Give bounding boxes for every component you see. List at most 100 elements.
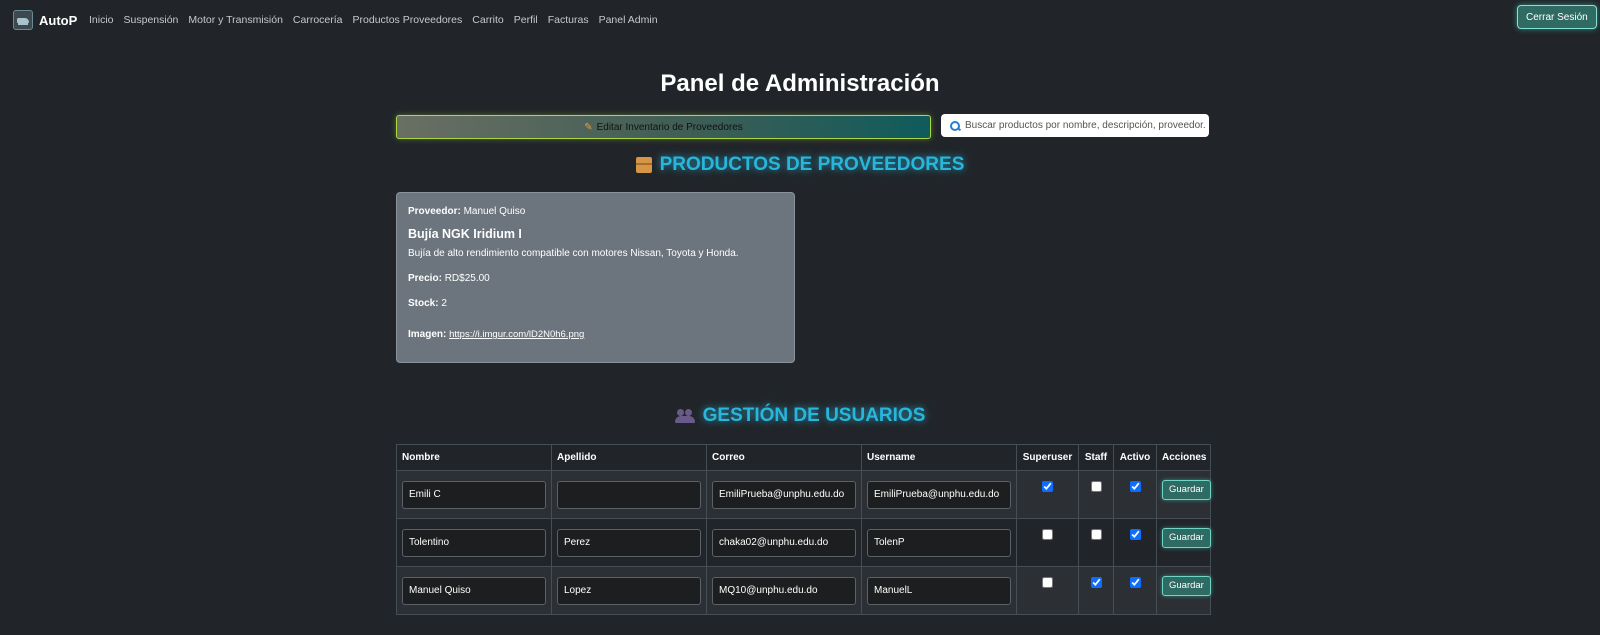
edit-inventory-label: Editar Inventario de Proveedores (596, 121, 743, 133)
nav-link-inicio[interactable]: Inicio (89, 14, 114, 26)
brand-name: AutoP (39, 12, 78, 28)
col-apellido: Apellido (551, 444, 707, 471)
cell-nombre (396, 566, 552, 615)
edit-inventory-button[interactable]: ✎ Editar Inventario de Proveedores (396, 115, 931, 139)
product-stock: Stock: 2 (408, 298, 783, 309)
save-user-button[interactable]: Guardar (1162, 575, 1211, 596)
nav-link-carrito[interactable]: Carrito (472, 14, 504, 26)
product-description: Bujía de alto rendimiento compatible con… (408, 248, 739, 259)
search-icon (950, 120, 960, 131)
table-row: Guardar (396, 518, 1211, 567)
cell-staff (1078, 518, 1114, 567)
nav-link-productos-proveedores[interactable]: Productos Proveedores (353, 14, 463, 26)
users-section-title: GESTIÓN DE USUARIOS (0, 405, 1600, 427)
product-price: Precio: RD$25.00 (408, 273, 783, 284)
cell-apellido (551, 470, 707, 519)
superuser-checkbox[interactable] (1042, 481, 1053, 492)
products-section-title-text: PRODUCTOS DE PROVEEDORES (659, 154, 965, 175)
table-row: Guardar (396, 566, 1211, 615)
table-header-row: Nombre Apellido Correo Username Superuse… (396, 444, 1211, 471)
cell-activo (1113, 566, 1157, 615)
stock-value: 2 (441, 298, 447, 309)
nombre-input[interactable] (402, 576, 546, 605)
correo-input[interactable] (712, 576, 856, 605)
stock-label: Stock: (408, 298, 439, 309)
car-logo-icon (13, 10, 33, 30)
nav-link-carroceria[interactable]: Carrocería (293, 14, 343, 26)
apellido-input[interactable] (557, 480, 701, 509)
col-username: Username (861, 444, 1017, 471)
products-section-title: PRODUCTOS DE PROVEEDORES (0, 154, 1600, 176)
activo-checkbox[interactable] (1129, 481, 1141, 492)
cell-apellido (551, 518, 707, 567)
pencil-icon: ✎ (584, 121, 593, 133)
price-label: Precio: (408, 273, 442, 284)
superuser-checkbox[interactable] (1042, 577, 1053, 588)
username-input[interactable] (867, 528, 1011, 557)
brand[interactable]: AutoP (13, 10, 77, 30)
image-link[interactable]: https://i.imgur.com/lD2N0h6.png (449, 329, 584, 340)
product-card: Proveedor: Manuel Quiso Bujía NGK Iridiu… (396, 192, 795, 363)
correo-input[interactable] (712, 528, 856, 557)
col-correo: Correo (706, 444, 862, 471)
page-title: Panel de Administración (660, 70, 940, 97)
search-input[interactable] (965, 120, 1205, 131)
cell-superuser (1016, 518, 1079, 567)
cell-acciones: Guardar (1156, 518, 1211, 567)
correo-input[interactable] (712, 480, 856, 509)
package-icon (635, 157, 652, 173)
col-superuser: Superuser (1016, 444, 1079, 471)
nav-link-perfil[interactable]: Perfil (514, 14, 538, 26)
nav-links: Inicio Suspensión Motor y Transmisión Ca… (89, 14, 658, 26)
col-nombre: Nombre (396, 444, 552, 471)
cell-staff (1078, 566, 1114, 615)
activo-checkbox[interactable] (1129, 529, 1141, 540)
cell-correo (706, 518, 862, 567)
search-box[interactable] (941, 114, 1209, 137)
users-table-body: Guardar Guardar Guardar (396, 470, 1211, 615)
username-input[interactable] (867, 576, 1011, 605)
image-label: Imagen: (408, 329, 447, 340)
nav-link-panel-admin[interactable]: Panel Admin (599, 14, 658, 26)
users-section-title-text: GESTIÓN DE USUARIOS (702, 405, 926, 426)
table-row: Guardar (396, 470, 1211, 519)
superuser-checkbox[interactable] (1042, 529, 1053, 540)
cell-correo (706, 566, 862, 615)
cell-superuser (1016, 470, 1079, 519)
nav-link-motor-transmision[interactable]: Motor y Transmisión (188, 14, 283, 26)
users-icon (674, 409, 695, 423)
nav-link-suspension[interactable]: Suspensión (124, 14, 179, 26)
logout-button[interactable]: Cerrar Sesión (1517, 5, 1597, 29)
username-input[interactable] (867, 480, 1011, 509)
apellido-input[interactable] (557, 576, 701, 605)
cell-superuser (1016, 566, 1079, 615)
nombre-input[interactable] (402, 528, 546, 557)
cell-acciones: Guardar (1156, 566, 1211, 615)
apellido-input[interactable] (557, 528, 701, 557)
users-table: Nombre Apellido Correo Username Superuse… (396, 444, 1211, 615)
col-staff: Staff (1078, 444, 1114, 471)
cell-nombre (396, 518, 552, 567)
cell-activo (1113, 470, 1157, 519)
cell-nombre (396, 470, 552, 519)
staff-checkbox[interactable] (1090, 481, 1102, 492)
staff-checkbox[interactable] (1090, 529, 1102, 540)
price-value: RD$25.00 (444, 273, 490, 284)
product-name: Bujía NGK Iridium I (408, 227, 522, 241)
cell-username (861, 566, 1017, 615)
cell-staff (1078, 470, 1114, 519)
nav-link-facturas[interactable]: Facturas (548, 14, 589, 26)
cell-correo (706, 470, 862, 519)
col-activo: Activo (1113, 444, 1157, 471)
staff-checkbox[interactable] (1090, 577, 1102, 588)
save-user-button[interactable]: Guardar (1162, 479, 1211, 500)
activo-checkbox[interactable] (1129, 577, 1141, 588)
product-image: Imagen: https://i.imgur.com/lD2N0h6.png (408, 329, 783, 340)
supplier-label: Proveedor: (408, 206, 461, 217)
cell-username (861, 518, 1017, 567)
nombre-input[interactable] (402, 480, 546, 509)
product-supplier: Proveedor: Manuel Quiso (408, 206, 783, 217)
cell-acciones: Guardar (1156, 470, 1211, 519)
supplier-value: Manuel Quiso (463, 206, 526, 217)
save-user-button[interactable]: Guardar (1162, 527, 1211, 548)
